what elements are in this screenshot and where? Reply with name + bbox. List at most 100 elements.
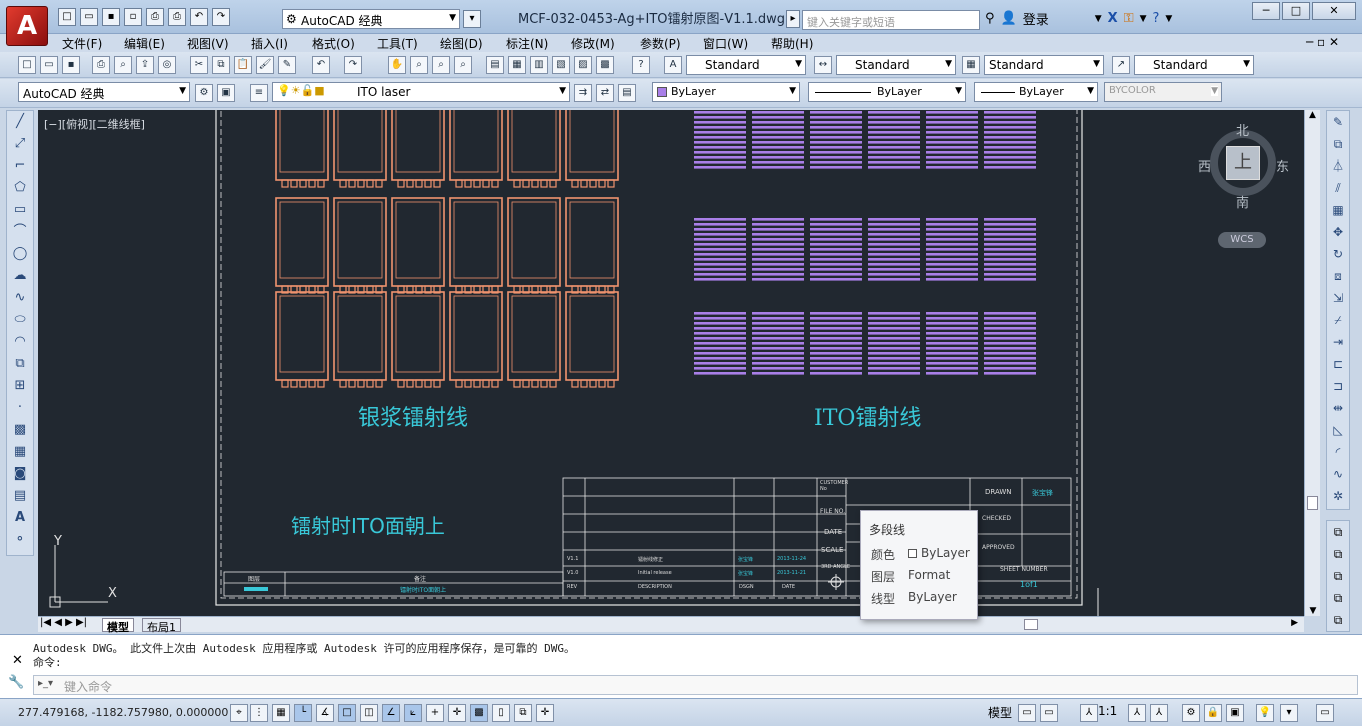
menu-view[interactable]: 视图(V) [187,35,229,52]
revcloud-icon[interactable]: ☁ [7,265,33,287]
offset-icon[interactable]: ⫽ [1327,177,1349,199]
user-icon[interactable]: 👤 [1001,11,1017,26]
move-icon[interactable]: ✥ [1327,221,1349,243]
ducs-icon[interactable]: ⟀ [404,704,422,722]
blend-icon[interactable]: ∿ [1327,463,1349,485]
dyn-icon[interactable]: + [426,704,444,722]
copy-icon[interactable]: ⧉ [212,56,230,74]
text-style-select[interactable]: Standard [686,55,806,75]
array-icon[interactable]: ▦ [1327,199,1349,221]
join-icon[interactable]: ⇹ [1327,397,1349,419]
design-center-icon[interactable]: ▦ [508,56,526,74]
undo-icon[interactable]: ↶ [312,56,330,74]
rotate-icon[interactable]: ↻ [1327,243,1349,265]
workspace-select[interactable]: AutoCAD 经典 [18,82,190,102]
minimize-button[interactable]: ─ [1252,2,1280,20]
tool-palettes-icon[interactable]: ▥ [530,56,548,74]
circle-icon[interactable]: ◯ [7,243,33,265]
block-editor-icon[interactable]: ✎ [278,56,296,74]
quickcalc-icon[interactable]: ▩ [596,56,614,74]
open-icon[interactable]: ▭ [40,56,58,74]
polyline-icon[interactable]: ⌐ [7,155,33,177]
lineweight-select[interactable]: ByLayer [974,82,1098,102]
extend-icon[interactable]: ⇥ [1327,331,1349,353]
send-back-icon[interactable]: ⧉ [1327,543,1349,565]
stretch-icon[interactable]: ⇲ [1327,287,1349,309]
zoom-window-icon[interactable]: ⌕ [432,56,450,74]
menu-window[interactable]: 窗口(W) [703,35,748,52]
customize-wrench-icon[interactable]: 🔧 [8,675,24,690]
text-front-icon[interactable]: ⧉ [1327,609,1349,631]
arc-icon[interactable]: ⌒ [7,221,33,243]
plot-icon[interactable]: ⎙ [92,56,110,74]
3d-print-icon[interactable]: ◎ [158,56,176,74]
search-input[interactable]: 键入关键字或短语 [802,10,980,30]
scale-icon[interactable]: ⧈ [1327,265,1349,287]
polar-icon[interactable]: ∡ [316,704,334,722]
menu-tools[interactable]: 工具(T) [377,35,418,52]
menu-help[interactable]: 帮助(H) [771,35,813,52]
dropdown-icon[interactable]: ▼ [1140,14,1147,24]
undo-icon[interactable]: ↶ [190,8,208,26]
clean-screen-icon[interactable]: ▭ [1316,704,1334,722]
scroll-thumb[interactable] [1307,496,1318,510]
mleader-style-select[interactable]: Standard [1134,55,1254,75]
quick-props-icon[interactable]: ▯ [492,704,510,722]
tab-layout1[interactable]: 布局1 [142,618,181,634]
compass-east[interactable]: 东 [1276,156,1289,175]
point-icon[interactable]: · [7,397,33,419]
line-icon[interactable]: ╱ [7,111,33,133]
auto-scale-icon[interactable]: ⅄ [1150,704,1168,722]
close-button[interactable]: ✕ [1312,2,1356,20]
hatch-icon[interactable]: ▩ [7,419,33,441]
publish-icon[interactable]: ⎙ [146,8,164,26]
menu-edit[interactable]: 编辑(E) [124,35,165,52]
search-expand-button[interactable]: ▸ [786,10,800,28]
region-icon[interactable]: ◙ [7,463,33,485]
table-style-icon[interactable]: ▦ [962,56,980,74]
open-icon[interactable]: ▭ [80,8,98,26]
horizontal-scrollbar[interactable]: |◀ ◀ ▶ ▶| 模型 布局1 ▶ [38,616,1304,634]
hscroll-thumb[interactable] [1024,619,1038,630]
mtext-icon[interactable]: A [7,507,33,529]
viewcube[interactable]: 上 北 南 西 东 WCS [1198,120,1290,250]
linetype-select[interactable]: ByLayer [808,82,966,102]
help-icon[interactable]: ? [1153,11,1160,26]
close-command-icon[interactable]: ✕ [12,653,23,668]
vertical-scrollbar[interactable]: ▲ ▼ [1304,110,1320,616]
layer-manager-icon[interactable]: ≡ [250,84,268,102]
snap-icon[interactable]: ⋮ [250,704,268,722]
gradient-icon[interactable]: ▦ [7,441,33,463]
bring-front-icon[interactable]: ⧉ [1327,521,1349,543]
grid-icon[interactable]: ▦ [272,704,290,722]
redo-icon[interactable]: ↷ [344,56,362,74]
chamfer-icon[interactable]: ◺ [1327,419,1349,441]
annotation-monitor-icon[interactable]: ✛ [536,704,554,722]
doc-window-buttons[interactable]: ─ ▫ ✕ [1306,35,1339,49]
compass-south[interactable]: 南 [1236,192,1249,211]
menu-draw[interactable]: 绘图(D) [440,35,483,52]
clean-screen-icon[interactable]: ▣ [217,84,235,102]
make-current-icon[interactable]: ⇉ [574,84,592,102]
menu-dimension[interactable]: 标注(N) [506,35,548,52]
infer-constraints-icon[interactable]: ⌖ [230,704,248,722]
model-space-toggle[interactable]: 模型 [988,704,1012,721]
table-icon[interactable]: ▤ [7,485,33,507]
osnap-icon[interactable]: □ [338,704,356,722]
break-icon[interactable]: ⊐ [1327,375,1349,397]
exchange-icon[interactable]: X [1108,11,1118,26]
scroll-up-icon[interactable]: ▲ [1305,110,1320,120]
add-selected-icon[interactable]: ⚬ [7,529,33,551]
spline-icon[interactable]: ∿ [7,287,33,309]
wcs-menu[interactable]: WCS [1218,232,1266,248]
pan-icon[interactable]: ✋ [388,56,406,74]
new-icon[interactable]: □ [58,8,76,26]
qnew-icon[interactable]: □ [18,56,36,74]
otrack-icon[interactable]: ∠ [382,704,400,722]
menu-format[interactable]: 格式(O) [312,35,355,52]
menu-file[interactable]: 文件(F) [62,35,102,52]
table-style-select[interactable]: Standard [984,55,1104,75]
coordinates-readout[interactable]: 277.479168, -1182.757980, 0.000000 [18,706,228,719]
viewcube-top-face[interactable]: 上 [1226,146,1260,180]
save-icon[interactable]: ▪ [62,56,80,74]
